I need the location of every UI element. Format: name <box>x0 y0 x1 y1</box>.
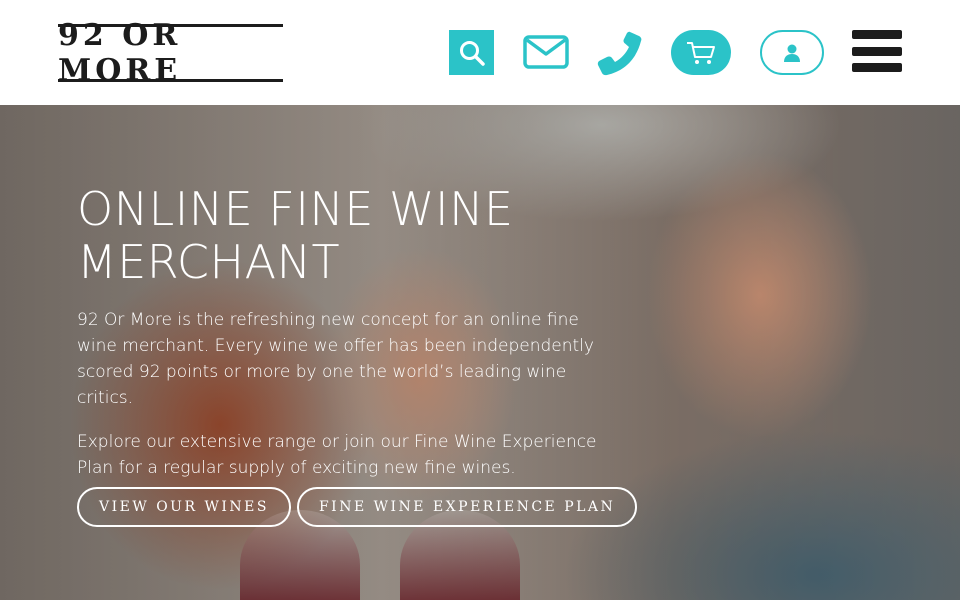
hero-explore-paragraph: Explore our extensive range or join our … <box>77 432 597 478</box>
mail-icon <box>523 35 569 69</box>
hero-intro-paragraph: 92 Or More is the refreshing new concept… <box>77 310 594 408</box>
site-logo[interactable]: 92 OR MORE <box>58 18 283 88</box>
cart-icon <box>687 41 715 64</box>
view-our-wines-button[interactable]: VIEW OUR WINES <box>77 487 291 527</box>
phone-button[interactable] <box>596 29 644 77</box>
hero-title: ONLINE FINE WINE MERCHANT <box>77 182 514 289</box>
site-header: 92 OR MORE <box>0 0 960 105</box>
email-button[interactable] <box>522 34 570 70</box>
account-button[interactable] <box>760 30 824 75</box>
hero-content: ONLINE FINE WINE MERCHANT 92 Or More is … <box>77 183 617 481</box>
user-icon <box>784 44 800 62</box>
cart-button[interactable] <box>671 30 731 75</box>
search-button[interactable] <box>449 30 494 75</box>
phone-icon <box>597 31 642 76</box>
fine-wine-experience-plan-button[interactable]: FINE WINE EXPERIENCE PLAN <box>296 487 638 527</box>
menu-button[interactable] <box>852 30 902 72</box>
hamburger-menu-icon <box>852 30 902 39</box>
hamburger-menu-icon <box>852 46 902 56</box>
hero-buttons: VIEW OUR WINES FINE WINE EXPERIENCE PLAN <box>77 487 638 527</box>
logo-text: 92 OR MORE <box>58 18 182 88</box>
hero-banner: ONLINE FINE WINE MERCHANT 92 Or More is … <box>0 105 960 600</box>
hamburger-menu-icon <box>852 63 902 72</box>
search-icon <box>459 40 485 66</box>
